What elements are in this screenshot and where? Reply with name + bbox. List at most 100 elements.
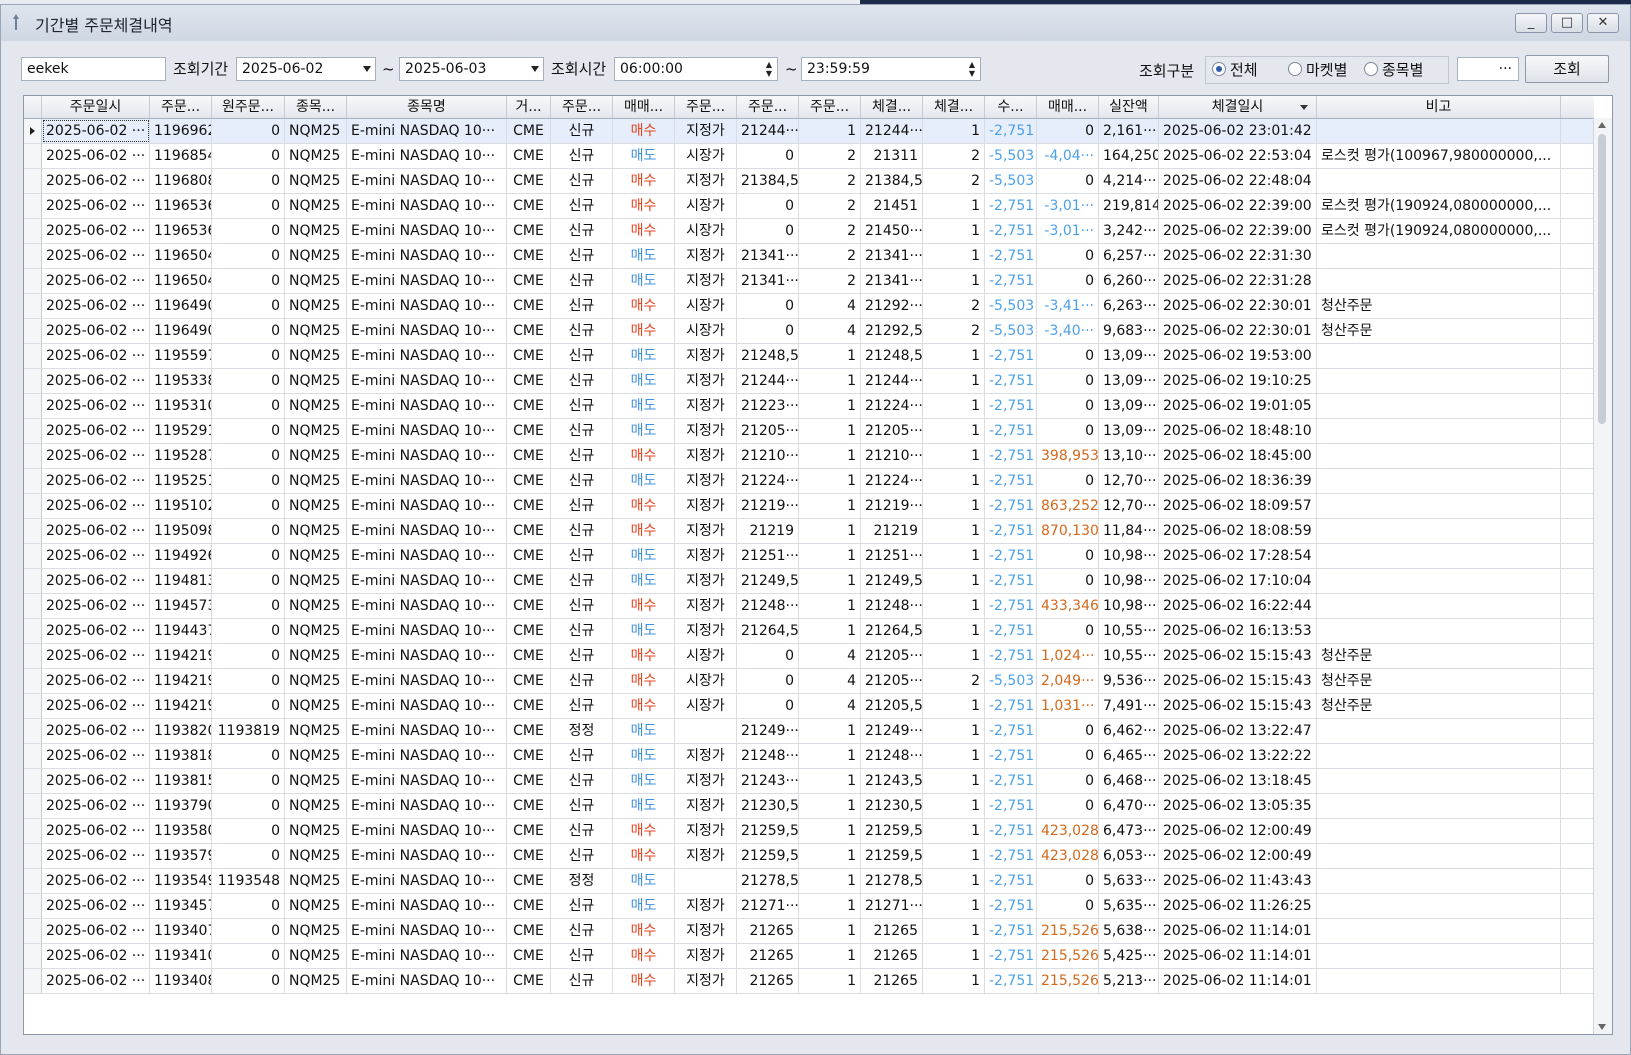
table-row[interactable]: 2025-06-02 ··· 1196490 0 NQM25 E-mini NASDAQ…: [24, 319, 1594, 344]
table-row[interactable]: 2025-06-02 ··· 1195098 0 NQM25 E-mini NASDAQ…: [24, 519, 1594, 544]
row-header[interactable]: [24, 969, 42, 993]
time-from-spinner[interactable]: 06:00:00 ▲ ▼: [614, 57, 778, 81]
row-header[interactable]: [24, 344, 42, 368]
minimize-button[interactable]: _: [1515, 13, 1547, 33]
search-button[interactable]: 조회: [1525, 55, 1609, 83]
table-row[interactable]: 2025-06-02 ··· 1193457 0 NQM25 E-mini NASDAQ…: [24, 894, 1594, 919]
table-row[interactable]: 2025-06-02 ··· 1193818 0 NQM25 E-mini NASDAQ…: [24, 744, 1594, 769]
table-row[interactable]: 2025-06-02 ··· 1194926 0 NQM25 E-mini NASDAQ…: [24, 544, 1594, 569]
spin-arrows-icon[interactable]: ▲ ▼: [967, 60, 977, 78]
table-row[interactable]: 2025-06-02 ··· 1194219 0 NQM25 E-mini NASDAQ…: [24, 644, 1594, 669]
col-header-order-qty[interactable]: 주문...: [799, 96, 861, 118]
table-row[interactable]: 2025-06-02 ··· 1196536 0 NQM25 E-mini NASDAQ…: [24, 219, 1594, 244]
row-header[interactable]: [24, 469, 42, 493]
row-header[interactable]: [24, 819, 42, 843]
table-row[interactable]: 2025-06-02 ··· 1196504 0 NQM25 E-mini NASDAQ…: [24, 269, 1594, 294]
maximize-button[interactable]: □: [1551, 13, 1583, 33]
row-header[interactable]: [24, 319, 42, 343]
col-header-side[interactable]: 매매...: [613, 96, 675, 118]
col-header-fee[interactable]: 수...: [985, 96, 1037, 118]
table-row[interactable]: 2025-06-02 ··· 1195597 0 NQM25 E-mini NASDAQ…: [24, 344, 1594, 369]
scroll-thumb[interactable]: [1598, 134, 1606, 424]
table-row[interactable]: 2025-06-02 ··· 1195287 0 NQM25 E-mini NASDAQ…: [24, 444, 1594, 469]
date-from-select[interactable]: 2025-06-02: [236, 57, 376, 81]
row-header[interactable]: [24, 794, 42, 818]
row-header[interactable]: [24, 694, 42, 718]
col-header-orig-order-no[interactable]: 원주문...: [212, 96, 285, 118]
radio-all-label[interactable]: 전체: [1230, 58, 1258, 82]
row-header[interactable]: [24, 619, 42, 643]
spin-arrows-icon[interactable]: ▲ ▼: [764, 60, 774, 78]
radio-market[interactable]: [1288, 62, 1302, 76]
col-header-order-condition[interactable]: 주문...: [675, 96, 737, 118]
col-header-order-datetime[interactable]: 주문일시: [42, 96, 150, 118]
table-row[interactable]: 2025-06-02 ··· 1193408 0 NQM25 E-mini NASDAQ…: [24, 969, 1594, 994]
col-header-fill-price[interactable]: 체결...: [861, 96, 923, 118]
row-header[interactable]: [24, 769, 42, 793]
scroll-down-icon[interactable]: [1598, 1024, 1606, 1030]
col-header-symbol-code[interactable]: 종목...: [285, 96, 347, 118]
row-header[interactable]: [24, 119, 42, 143]
row-header[interactable]: [24, 169, 42, 193]
row-header[interactable]: [24, 519, 42, 543]
scroll-up-icon[interactable]: [1598, 122, 1606, 128]
row-header[interactable]: [24, 244, 42, 268]
row-header[interactable]: [24, 869, 42, 893]
row-header[interactable]: [24, 744, 42, 768]
col-header-symbol-name[interactable]: 종목명: [347, 96, 507, 118]
table-row[interactable]: 2025-06-02 ··· 1196490 0 NQM25 E-mini NASDAQ…: [24, 294, 1594, 319]
col-header-fill-datetime[interactable]: 체결일시: [1159, 96, 1317, 118]
table-row[interactable]: 2025-06-02 ··· 1196808 0 NQM25 E-mini NASDAQ…: [24, 169, 1594, 194]
table-row[interactable]: 2025-06-02 ··· 1195310 0 NQM25 E-mini NASDAQ…: [24, 394, 1594, 419]
row-header[interactable]: [24, 444, 42, 468]
row-header[interactable]: [24, 544, 42, 568]
radio-symbol[interactable]: [1364, 62, 1378, 76]
more-icon[interactable]: ···: [1499, 61, 1512, 77]
col-header-remarks[interactable]: 비고: [1317, 96, 1561, 118]
row-header[interactable]: [24, 144, 42, 168]
table-row[interactable]: 2025-06-02 ··· 1194219 0 NQM25 E-mini NASDAQ…: [24, 669, 1594, 694]
row-header[interactable]: [24, 669, 42, 693]
symbol-picker[interactable]: ···: [1457, 57, 1519, 81]
table-row[interactable]: 2025-06-02 ··· 1193580 0 NQM25 E-mini NASDAQ…: [24, 819, 1594, 844]
row-header[interactable]: [24, 644, 42, 668]
radio-market-label[interactable]: 마켓별: [1306, 58, 1347, 82]
row-header[interactable]: [24, 369, 42, 393]
table-row[interactable]: 2025-06-02 ··· 1196962 0 NQM25 E-mini NASDAQ…: [24, 119, 1594, 144]
title-bar[interactable]: 기간별 주문체결내역 _ □ ✕: [1, 5, 1630, 41]
table-row[interactable]: 2025-06-02 ··· 1195251 0 NQM25 E-mini NASDAQ…: [24, 469, 1594, 494]
time-to-spinner[interactable]: 23:59:59 ▲ ▼: [801, 57, 981, 81]
row-header[interactable]: [24, 719, 42, 743]
row-header[interactable]: [24, 419, 42, 443]
table-row[interactable]: 2025-06-02 ··· 1193815 0 NQM25 E-mini NASDAQ…: [24, 769, 1594, 794]
col-header-trade-pl[interactable]: 매매...: [1037, 96, 1099, 118]
table-row[interactable]: 2025-06-02 ··· 1196504 0 NQM25 E-mini NASDAQ…: [24, 244, 1594, 269]
table-row[interactable]: 2025-06-02 ··· 1193790 0 NQM25 E-mini NASDAQ…: [24, 794, 1594, 819]
table-row[interactable]: 2025-06-02 ··· 1196536 0 NQM25 E-mini NASDAQ…: [24, 194, 1594, 219]
table-row[interactable]: 2025-06-02 ··· 1195338 0 NQM25 E-mini NASDAQ…: [24, 369, 1594, 394]
table-row[interactable]: 2025-06-02 ··· 1195291 0 NQM25 E-mini NASDAQ…: [24, 419, 1594, 444]
radio-all[interactable]: [1212, 62, 1226, 76]
table-row[interactable]: 2025-06-02 ··· 1193549 1193548 NQM25 E-mini …: [24, 869, 1594, 894]
table-row[interactable]: 2025-06-02 ··· 1195102 0 NQM25 E-mini NASDAQ…: [24, 494, 1594, 519]
account-input[interactable]: eekek: [21, 57, 166, 81]
table-row[interactable]: 2025-06-02 ··· 1194573 0 NQM25 E-mini NASDAQ…: [24, 594, 1594, 619]
row-header[interactable]: [24, 269, 42, 293]
row-header[interactable]: [24, 569, 42, 593]
col-header-order-price[interactable]: 주문...: [737, 96, 799, 118]
col-header-order-type[interactable]: 주문...: [551, 96, 613, 118]
col-header-order-no[interactable]: 주문...: [150, 96, 212, 118]
row-header[interactable]: [24, 844, 42, 868]
col-header-exchange[interactable]: 거...: [507, 96, 551, 118]
col-header-balance[interactable]: 실잔액: [1099, 96, 1159, 118]
row-header[interactable]: [24, 919, 42, 943]
table-row[interactable]: 2025-06-02 ··· 1193410 0 NQM25 E-mini NASDAQ…: [24, 944, 1594, 969]
table-row[interactable]: 2025-06-02 ··· 1196854 0 NQM25 E-mini NASDAQ…: [24, 144, 1594, 169]
close-button[interactable]: ✕: [1587, 13, 1619, 33]
row-header[interactable]: [24, 294, 42, 318]
row-header[interactable]: [24, 944, 42, 968]
table-row[interactable]: 2025-06-02 ··· 1194437 0 NQM25 E-mini NASDAQ…: [24, 619, 1594, 644]
table-row[interactable]: 2025-06-02 ··· 1194813 0 NQM25 E-mini NASDAQ…: [24, 569, 1594, 594]
row-header[interactable]: [24, 394, 42, 418]
table-row[interactable]: 2025-06-02 ··· 1193407 0 NQM25 E-mini NASDAQ…: [24, 919, 1594, 944]
